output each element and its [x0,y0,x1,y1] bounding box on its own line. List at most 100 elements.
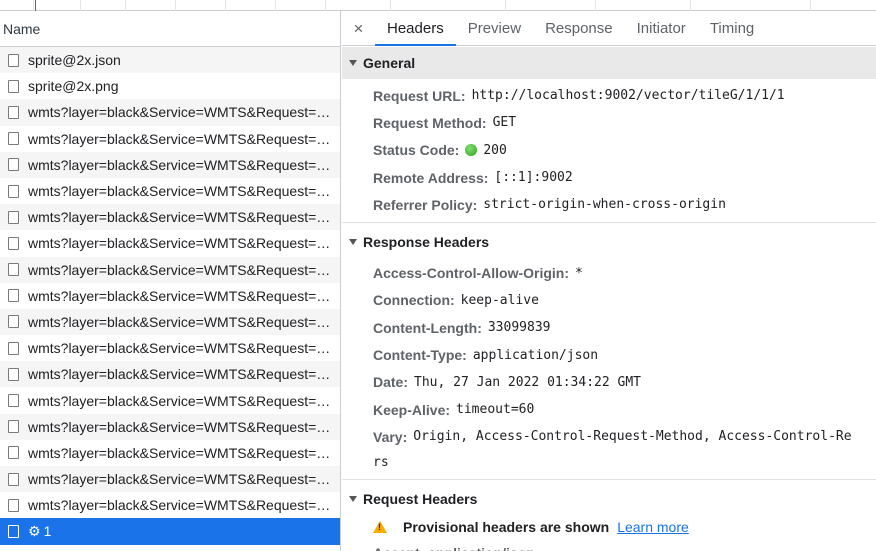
request-checkbox[interactable] [8,394,19,408]
waterfall-overview[interactable] [0,0,876,11]
request-checkbox[interactable] [8,341,19,355]
header-value: GET [492,115,517,131]
request-name: wmts?layer=black&Service=WMTS&Request=Ge… [28,497,339,514]
request-checkbox[interactable] [8,446,19,460]
request-name: wmts?layer=black&Service=WMTS&Request=Ge… [28,130,339,147]
request-row[interactable]: wmts?layer=black&Service=WMTS&Request=Ge… [0,413,340,440]
request-name: sprite@2x.png [28,78,119,95]
request-row[interactable]: wmts?layer=black&Service=WMTS&Request=Ge… [0,440,340,466]
request-checkbox[interactable] [8,289,19,303]
learn-more-link[interactable]: Learn more [617,519,689,535]
header-value: [::1]:9002 [494,170,573,186]
request-checkbox[interactable] [8,210,19,224]
request-name: wmts?layer=black&Service=WMTS&Request=Ge… [28,156,339,173]
header-value: * [575,265,583,281]
response-header-row: Vary: Origin, Access-Control-Request-Meth… [342,423,876,450]
request-row[interactable]: wmts?layer=black&Service=WMTS&Request=Ge… [0,151,340,178]
waterfall-gridline [505,0,506,11]
request-list-pane: Name sprite@2x.json sprite@2x.png wmts?lay… [0,11,341,551]
request-row[interactable]: wmts?layer=black&Service=WMTS&Request=Ge… [0,335,340,361]
header-key: Referrer Policy: [373,196,478,213]
tab-response[interactable]: Response [533,11,625,45]
response-header-row: Connection: keep-alive [342,287,876,314]
request-row[interactable]: wmts?layer=black&Service=WMTS&Request=Ge… [0,178,340,204]
request-checkbox[interactable] [8,420,19,434]
request-name: wmts?layer=black&Service=WMTS&Request=Ge… [28,183,339,200]
waterfall-gridline [80,0,81,11]
waterfall-gridline [810,0,811,11]
response-header-row: Content-Length: 33099839 [342,314,876,341]
remote-address-row: Remote Address: [::1]:9002 [342,164,876,191]
header-value: strict-origin-when-cross-origin [483,197,726,213]
request-row[interactable]: sprite@2x.png [0,73,340,99]
request-checkbox[interactable] [8,367,19,381]
request-row[interactable]: wmts?layer=black&Service=WMTS&Request=Ge… [0,492,340,518]
waterfall-gridline [33,0,34,11]
tab-initiator[interactable]: Initiator [625,11,698,45]
request-row[interactable]: sprite@2x.json [0,47,340,74]
request-row[interactable]: wmts?layer=black&Service=WMTS&Request=Ge… [0,361,340,388]
header-key: Request URL: [373,87,466,104]
request-checkbox[interactable] [8,158,19,172]
waterfall-gridline [125,0,126,11]
referrer-policy-row: Referrer Policy: strict-origin-when-cros… [342,191,876,218]
request-checkbox[interactable] [8,472,19,486]
header-value: 33099839 [487,320,551,336]
request-name: sprite@2x.json [28,52,121,69]
response-headers-list: Access-Control-Allow-Origin: * Connection:… [342,259,876,450]
request-name: wmts?layer=black&Service=WMTS&Request=Ge… [28,104,339,121]
request-checkbox[interactable] [8,132,19,146]
request-method-row: Request Method: GET [342,109,876,136]
request-row[interactable]: wmts?layer=black&Service=WMTS&Request=Ge… [0,256,340,283]
tab-headers[interactable]: Headers [375,11,456,46]
tab-preview[interactable]: Preview [456,11,533,45]
request-checkbox[interactable] [8,263,19,277]
request-checkbox[interactable] [8,236,19,250]
tab-timing[interactable]: Timing [698,11,766,45]
request-checkbox[interactable] [8,315,19,329]
request-checkbox[interactable] [8,79,19,93]
request-row-selected[interactable]: ⚙ 1 [0,518,340,545]
request-row[interactable]: wmts?layer=black&Service=WMTS&Request=Ge… [0,204,340,231]
section-title: Request Headers [363,490,478,507]
request-row[interactable]: wmts?layer=black&Service=WMTS&Request=Ge… [0,387,340,413]
request-headers-section-header[interactable]: Request Headers [342,486,876,512]
request-checkbox[interactable] [8,184,19,198]
waterfall-gridline [175,0,176,11]
request-detail-pane: × Headers Preview Response Initiator Tim… [342,11,876,551]
triangle-down-icon [349,60,357,66]
header-value: keep-alive [460,292,539,308]
header-value: Origin, Access-Control-Request-Method, A… [413,429,852,445]
request-name: wmts?layer=black&Service=WMTS&Request=Ge… [28,366,339,383]
name-column-header[interactable]: Name [0,11,340,47]
header-key: Date: [373,374,409,391]
request-checkbox[interactable] [8,524,19,538]
response-header-row: Keep-Alive: timeout=60 [342,396,876,423]
request-checkbox[interactable] [8,53,19,67]
request-row[interactable]: wmts?layer=black&Service=WMTS&Request=Ge… [0,283,340,309]
response-headers-section-header[interactable]: Response Headers [342,229,876,255]
request-url-row: Request URL: http://localhost:9002/vecto… [342,82,876,109]
request-row[interactable]: wmts?layer=black&Service=WMTS&Request=Ge… [0,126,340,152]
request-row[interactable]: wmts?layer=black&Service=WMTS&Request=Ge… [0,308,340,336]
header-value: timeout=60 [456,402,535,418]
request-name: wmts?layer=black&Service=WMTS&Request=Ge… [28,313,339,330]
request-name: wmts?layer=black&Service=WMTS&Request=Ge… [28,235,339,252]
general-section-header[interactable]: General [342,47,876,79]
header-key: Access-Control-Allow-Origin: [373,265,570,282]
header-value: Thu, 27 Jan 2022 01:34:22 GMT [414,374,641,390]
request-header-row-partial: Accept: application/json [342,542,876,551]
header-key: Content-Type: [373,347,467,364]
header-key: Request Method: [373,114,487,131]
request-row[interactable]: wmts?layer=black&Service=WMTS&Request=Ge… [0,99,340,126]
status-ok-icon [465,144,478,157]
status-code-row: Status Code: 200 [342,137,876,164]
request-name: 1 [43,523,52,540]
request-checkbox[interactable] [8,105,19,119]
request-row[interactable]: wmts?layer=black&Service=WMTS&Request=Ge… [0,230,340,256]
request-row[interactable]: wmts?layer=black&Service=WMTS&Request=Ge… [0,466,340,493]
section-title: General [363,55,416,71]
request-checkbox[interactable] [8,498,19,512]
detail-tabs: × Headers Preview Response Initiator Tim… [342,11,876,46]
close-icon[interactable]: × [342,11,375,45]
